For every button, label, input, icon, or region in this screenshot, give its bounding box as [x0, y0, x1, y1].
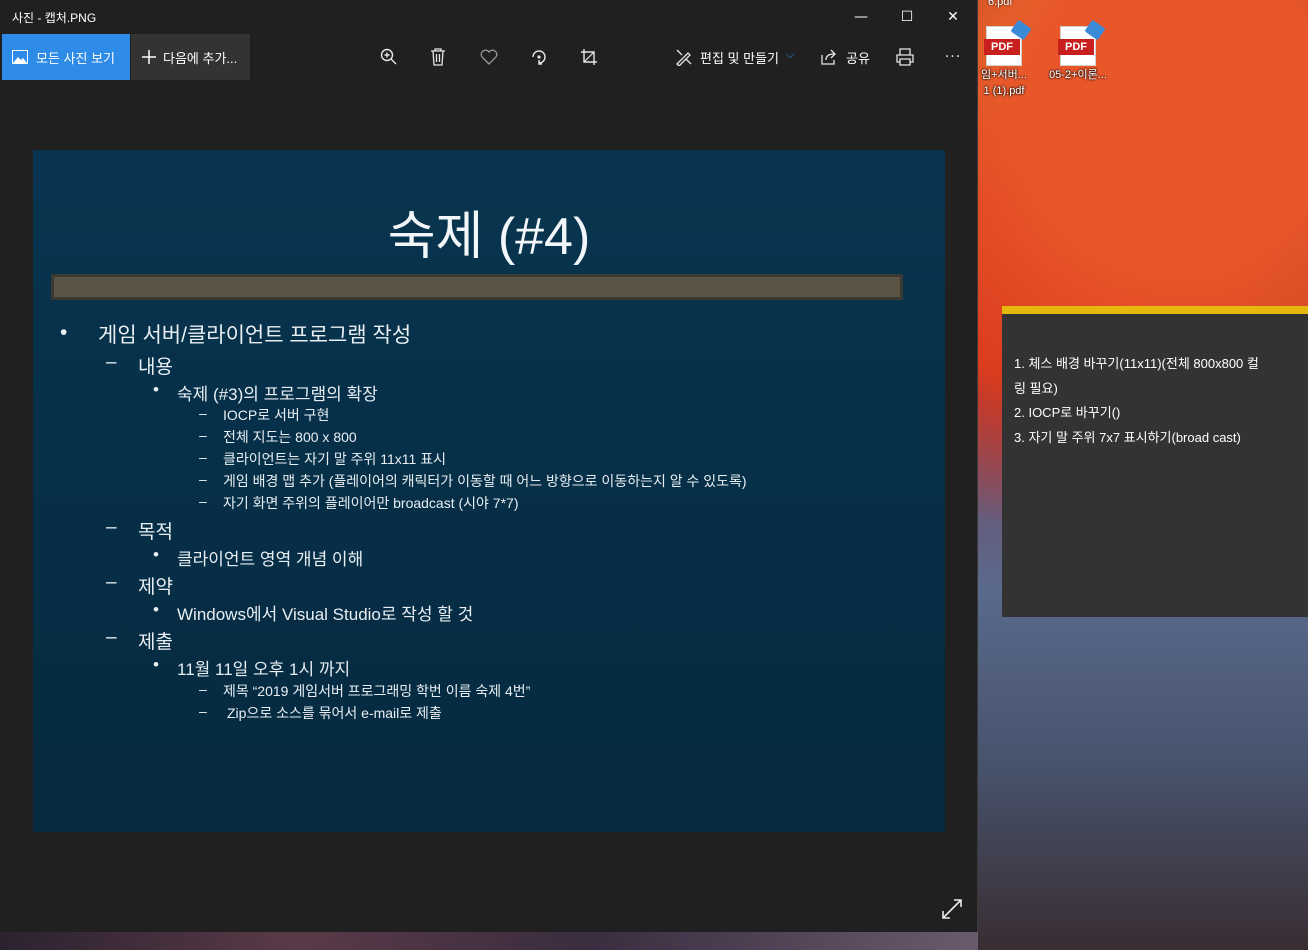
image-icon — [12, 50, 28, 64]
bullet-text: 클라이언트 영역 개념 이해 — [177, 550, 364, 569]
bullet-text: 클라이언트는 자기 말 주위 11x11 표시 — [223, 451, 446, 467]
sticky-note-line: 1. 체스 배경 바꾸기(11x11)(전체 800x800 컬 — [1014, 356, 1259, 371]
all-photos-button[interactable]: 모든 사진 보기 — [2, 34, 130, 80]
edit-create-icon-wrap[interactable] — [673, 46, 695, 68]
sticky-note-line: 링 필요) — [1014, 380, 1058, 396]
zoom-in-button[interactable] — [378, 46, 400, 68]
bullet-marker: – — [106, 627, 117, 648]
crop-button[interactable] — [578, 46, 600, 68]
rotate-icon — [532, 50, 546, 65]
bullet-text: 자기 화면 주위의 플레이어만 broadcast (시야 7*7) — [223, 495, 519, 511]
share-button[interactable]: 공유 — [846, 48, 870, 67]
bullet-marker: – — [106, 352, 117, 373]
bullet-text: IOCP로 서버 구현 — [223, 407, 330, 423]
delete-button[interactable] — [427, 46, 449, 68]
bullet-text: 숙제 (#3)의 프로그램의 확장 — [177, 385, 378, 404]
bullet-text: 전체 지도는 800 x 800 — [223, 429, 357, 445]
bullet-text: 내용 — [138, 357, 173, 378]
bullet-text: 제목 “2019 게임서버 프로그래밍 학번 이름 숙제 4번” — [223, 683, 531, 699]
bullet-text: Windows에서 Visual Studio로 작성 할 것 — [177, 605, 474, 624]
sticky-note-line: 2. IOCP로 바꾸기() — [1014, 405, 1121, 420]
window-title: 사진 - 캡처.PNG — [12, 11, 97, 25]
sticky-note[interactable]: 1. 체스 배경 바꾸기(11x11)(전체 800x800 컬 링 필요) 2… — [1002, 306, 1308, 617]
slide-title: 숙제 (#4) — [387, 208, 591, 266]
slide-divider — [51, 274, 903, 300]
favorite-icon — [480, 49, 498, 65]
rotate-button[interactable] — [528, 46, 550, 68]
share-icon-wrap[interactable] — [818, 46, 840, 68]
bullet-text: 제약 — [138, 577, 173, 598]
more-icon: ··· — [944, 49, 962, 65]
bullet-marker: • — [153, 655, 159, 674]
add-to-label: 다음에 추가... — [163, 50, 238, 66]
photos-toolbar: 모든 사진 보기 다음에 추가... 편집 및 만들기 ⌵ 공유 ··· — [0, 34, 978, 80]
plus-icon — [142, 50, 156, 64]
bullet-marker: • — [153, 380, 159, 399]
chevron-down-icon[interactable]: ⌵ — [786, 48, 794, 62]
photo-content: 숙제 (#4) • 게임 서버/클라이언트 프로그램 작성 – 내용 • 숙제 … — [33, 150, 945, 832]
bullet-marker: • — [153, 600, 159, 619]
close-button[interactable]: ✕ — [930, 0, 976, 34]
bullet-text: 게임 서버/클라이언트 프로그램 작성 — [98, 324, 412, 347]
bullet-marker: – — [199, 493, 207, 509]
bullet-marker: – — [199, 681, 207, 697]
pdf-file-icon: PDF — [984, 19, 1032, 66]
maximize-button[interactable]: ☐ — [884, 0, 930, 34]
favorite-button[interactable] — [478, 46, 500, 68]
desktop-pdf-file-2[interactable]: PDF 05-2+이론... — [1046, 19, 1110, 82]
pdf-file-icon: PDF — [1058, 19, 1106, 66]
minimize-button[interactable]: — — [838, 0, 884, 34]
bullet-marker: – — [106, 517, 117, 538]
desktop-file-label-partial: 6.pdf — [988, 0, 1013, 8]
bullet-text: 11월 11일 오후 1시 까지 — [177, 660, 351, 679]
bullet-text: Zip으로 소스를 묶어서 e-mail로 제출 — [227, 705, 442, 721]
bullet-marker: – — [199, 449, 207, 465]
desktop-wallpaper-strip — [0, 932, 978, 950]
print-icon — [896, 48, 914, 66]
bullet-text: 목적 — [138, 522, 173, 543]
bullet-marker: – — [199, 427, 207, 443]
bullet-marker: – — [199, 703, 207, 719]
bullet-text: 게임 배경 맵 추가 (플레이어의 캐릭터가 이동할 때 어느 방향으로 이동하… — [223, 473, 747, 489]
photos-window: 사진 - 캡처.PNG — ☐ ✕ 모든 사진 보기 다음에 추가... 편집 … — [0, 0, 978, 932]
bullet-marker: • — [153, 545, 159, 564]
bullet-marker: • — [60, 321, 68, 344]
title-bar[interactable]: 사진 - 캡처.PNG — ☐ ✕ — [0, 0, 977, 34]
full-screen-button[interactable] — [940, 897, 964, 925]
delete-icon — [431, 48, 445, 66]
sticky-note-line: 3. 자기 말 주위 7x7 표시하기(broad cast) — [1014, 429, 1241, 445]
sticky-note-text[interactable]: 1. 체스 배경 바꾸기(11x11)(전체 800x800 컬 링 필요) 2… — [1002, 314, 1308, 450]
desktop-file-label: 임+서버... — [981, 69, 1027, 81]
desktop-pdf-file-1[interactable]: PDF 임+서버... 1 (1).pdf — [972, 19, 1036, 98]
add-to-button[interactable]: 다음에 추가... — [131, 34, 250, 80]
bullet-marker: – — [199, 471, 207, 487]
bullet-marker: – — [106, 572, 117, 593]
desktop-file-label: 1 (1).pdf — [983, 85, 1025, 97]
crop-icon — [581, 49, 597, 65]
expand-icon — [942, 899, 962, 919]
all-photos-label: 모든 사진 보기 — [36, 50, 115, 66]
bullet-marker: – — [199, 405, 207, 421]
bullet-text: 제출 — [138, 632, 173, 653]
edit-create-button[interactable]: 편집 및 만들기 — [700, 48, 779, 67]
more-options-button[interactable]: ··· — [942, 46, 964, 68]
edit-icon — [676, 49, 692, 66]
zoom-in-icon — [380, 48, 397, 65]
sticky-note-header[interactable] — [1002, 306, 1308, 314]
print-button[interactable] — [894, 46, 916, 68]
share-icon — [821, 49, 836, 65]
desktop-file-label: 05-2+이론... — [1049, 69, 1107, 81]
